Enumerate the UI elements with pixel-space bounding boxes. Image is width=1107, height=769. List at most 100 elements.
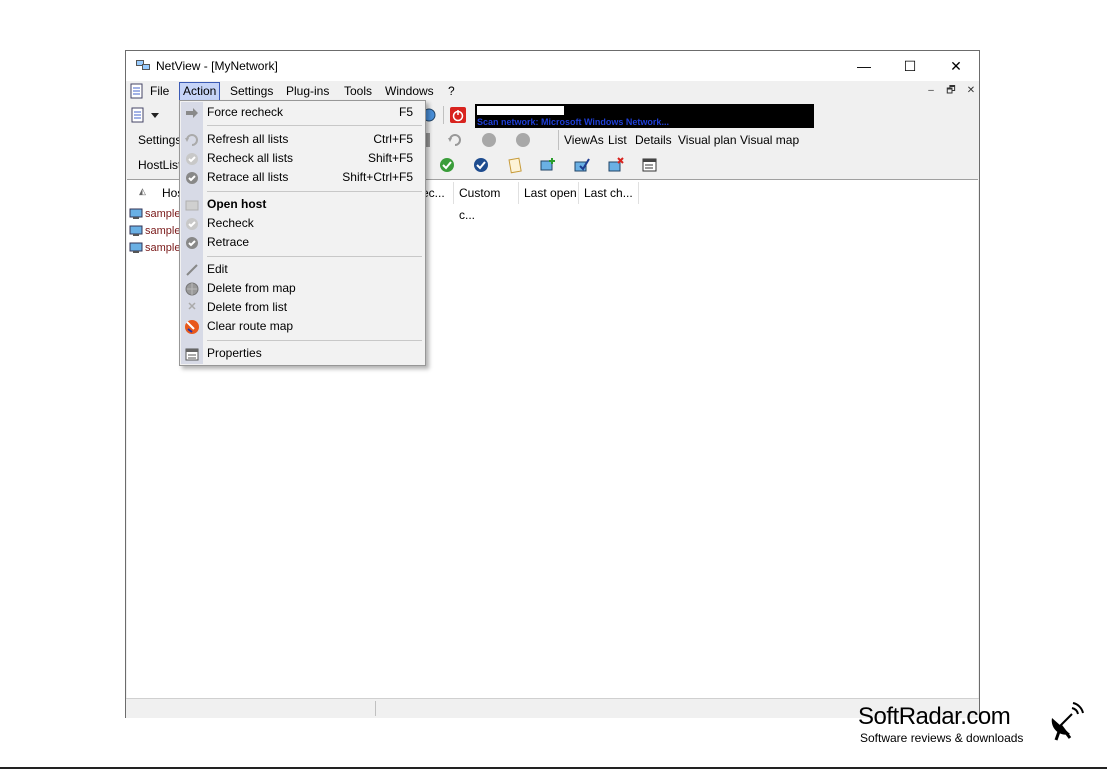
menu-item-retrace[interactable]: Retrace — [180, 233, 425, 252]
softradar-watermark: SoftRadar.com Software reviews & downloa… — [858, 703, 1023, 745]
menu-item-label: Delete from map — [207, 281, 296, 295]
menu-item-recheck-all[interactable]: Recheck all lists Shift+F5 — [180, 149, 425, 168]
menu-item-label: Clear route map — [207, 319, 294, 333]
action-menu: Force recheck F5 Refresh all lists Ctrl+… — [179, 100, 426, 366]
menu-item-recheck[interactable]: Recheck — [180, 214, 425, 233]
recheck-icon — [186, 218, 198, 230]
menu-item-label: Retrace — [207, 235, 250, 249]
menu-item-label: Recheck — [207, 216, 254, 230]
menu-item-refresh-all[interactable]: Refresh all lists Ctrl+F5 — [180, 130, 425, 149]
menu-separator — [207, 125, 422, 126]
settings-button[interactable]: Settings — [138, 130, 181, 150]
new-document-icon[interactable] — [129, 106, 147, 124]
satellite-dish-icon — [1051, 702, 1084, 741]
scan-status-text: Scan network: Microsoft Windows Network.… — [477, 117, 669, 127]
add-host-icon[interactable] — [539, 156, 557, 174]
pencil-icon — [186, 264, 198, 276]
menu-item-shortcut: Shift+Ctrl+F5 — [342, 170, 413, 184]
menu-action[interactable]: Action — [179, 82, 221, 101]
refresh-icon[interactable] — [446, 131, 464, 149]
computer-icon — [129, 242, 143, 253]
power-icon[interactable] — [449, 106, 467, 124]
column-last-open[interactable]: Last open — [519, 182, 579, 204]
menu-separator — [207, 191, 422, 192]
menu-settings[interactable]: Settings — [227, 83, 276, 100]
menu-item-label: Properties — [207, 346, 262, 360]
menu-item-delete-from-list[interactable]: Delete from list — [180, 298, 425, 317]
menu-item-label: Force recheck — [207, 105, 284, 119]
menu-item-delete-from-map[interactable]: Delete from map — [180, 279, 425, 298]
document-icon — [130, 83, 143, 99]
retrace-icon — [186, 237, 198, 249]
menu-tools[interactable]: Tools — [341, 83, 375, 100]
menu-item-label: Open host — [207, 197, 267, 211]
properties-icon[interactable] — [641, 156, 659, 174]
clipboard-icon[interactable] — [506, 156, 524, 174]
minimize-button[interactable]: — — [841, 51, 887, 81]
viewas-label: ViewAs — [564, 133, 604, 147]
app-network-icon — [136, 60, 150, 70]
menu-item-label: Retrace all lists — [207, 170, 289, 184]
menu-item-label: Delete from list — [207, 300, 288, 314]
dropdown-arrow-icon[interactable] — [151, 113, 159, 119]
menu-plugins[interactable]: Plug-ins — [283, 83, 332, 100]
menu-item-shortcut: Ctrl+F5 — [373, 132, 413, 146]
menu-item-clear-route-map[interactable]: Clear route map — [180, 317, 425, 336]
retrace-icon — [186, 172, 198, 184]
hostlist-button[interactable]: HostList — [138, 155, 181, 175]
delete-x-icon — [188, 302, 196, 310]
pause-icon[interactable] — [514, 131, 532, 149]
refresh-icon — [185, 134, 198, 146]
menu-file[interactable]: File — [147, 83, 172, 100]
sort-arrow-icon: ◭ — [139, 186, 146, 196]
menu-item-force-recheck[interactable]: Force recheck F5 — [180, 103, 425, 122]
mdi-close-button[interactable]: ✕ — [964, 84, 978, 98]
title-bar: NetView - [MyNetwork] — ☐ ✕ — [126, 51, 979, 81]
window-title: NetView - [MyNetwork] — [156, 59, 278, 73]
recheck-icon — [186, 153, 198, 165]
menu-item-label: Refresh all lists — [207, 132, 289, 146]
menu-item-shortcut: Shift+F5 — [367, 151, 413, 165]
menu-separator — [207, 256, 422, 257]
stop-icon[interactable] — [480, 131, 498, 149]
arrow-right-icon — [186, 108, 198, 118]
computer-icon — [129, 225, 143, 236]
toolbar-separator — [443, 106, 444, 124]
menu-item-label: Recheck all lists — [207, 151, 294, 165]
globe-delete-icon — [185, 282, 199, 296]
edit-host-icon[interactable] — [573, 156, 591, 174]
menu-item-open-host[interactable]: Open host — [180, 195, 425, 214]
view-details-button[interactable]: Details — [635, 130, 672, 150]
menu-bar: File Action Settings Plug-ins Tools Wind… — [126, 81, 979, 102]
view-list-button[interactable]: List — [608, 130, 627, 150]
watermark-tagline: Software reviews & downloads — [860, 731, 1024, 745]
view-visual-map-button[interactable]: Visual map — [740, 130, 799, 150]
clear-route-icon — [185, 320, 199, 334]
mdi-restore-button[interactable]: 🗗 — [944, 84, 958, 98]
watermark-brand: SoftRadar.com — [858, 703, 1011, 730]
menu-item-retrace-all[interactable]: Retrace all lists Shift+Ctrl+F5 — [180, 168, 425, 187]
column-last-change[interactable]: Last ch... — [579, 182, 639, 204]
status-bar — [126, 698, 979, 718]
maximize-button[interactable]: ☐ — [887, 51, 933, 81]
properties-icon — [185, 348, 199, 361]
mdi-minimize-button[interactable]: – — [924, 84, 938, 98]
view-visual-plan-button[interactable]: Visual plan — [678, 130, 737, 150]
scan-progress-bar — [477, 106, 564, 115]
menu-windows[interactable]: Windows — [382, 83, 437, 100]
menu-item-properties[interactable]: Properties — [180, 344, 425, 363]
check-blue-icon[interactable] — [472, 156, 490, 174]
open-host-icon — [185, 200, 199, 211]
delete-host-icon[interactable] — [607, 156, 625, 174]
menu-item-edit[interactable]: Edit — [180, 260, 425, 279]
column-custom[interactable]: Custom c... — [454, 182, 519, 222]
status-separator — [375, 701, 376, 716]
computer-icon — [129, 208, 143, 219]
toolbar-separator — [558, 130, 559, 150]
menu-item-shortcut: F5 — [398, 105, 413, 119]
close-button[interactable]: ✕ — [933, 51, 979, 81]
menu-help[interactable]: ? — [445, 83, 458, 100]
check-green-icon[interactable] — [438, 156, 456, 174]
menu-item-label: Edit — [207, 262, 228, 276]
scan-status-panel: Scan network: Microsoft Windows Network.… — [475, 104, 814, 128]
